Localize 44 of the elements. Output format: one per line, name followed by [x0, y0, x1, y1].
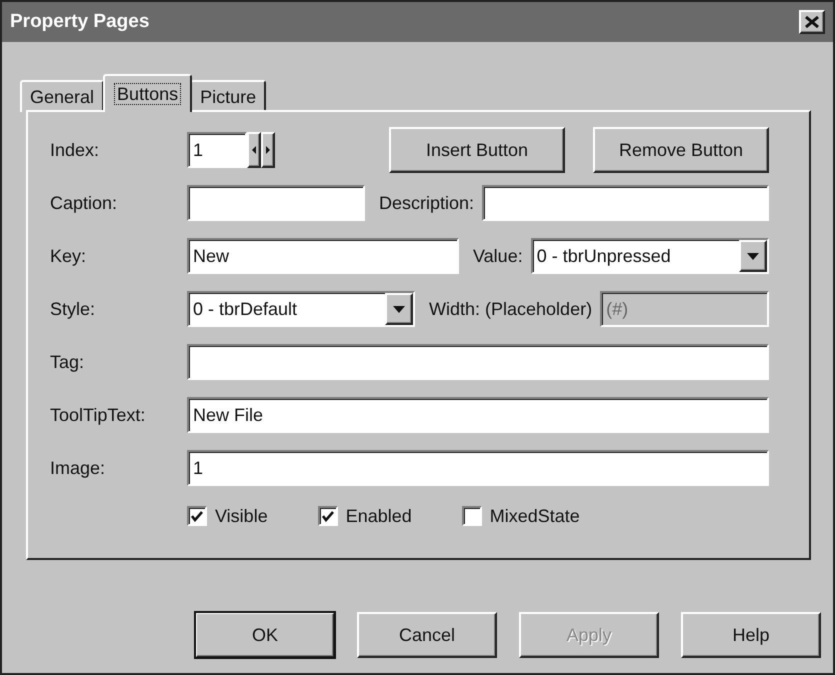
close-icon: [805, 16, 819, 28]
left-arrow-icon: [250, 144, 258, 156]
close-button[interactable]: [799, 10, 825, 34]
caret-icon: [393, 306, 405, 312]
dropdown[interactable]: 0 - tbrUnpressed: [530, 238, 769, 274]
field-label: Description:: [379, 192, 474, 214]
input-field[interactable]: [187, 185, 365, 221]
dialog-button[interactable]: Cancel: [357, 612, 497, 658]
spin-button[interactable]: [247, 132, 261, 168]
field-label: Value:: [473, 246, 523, 266]
field-label: Tag:: [50, 352, 86, 372]
checkbox[interactable]: [318, 506, 338, 526]
check-icon: [191, 510, 203, 522]
dialog-button[interactable]: OK: [195, 612, 335, 658]
spin-button[interactable]: [261, 132, 275, 168]
checkbox-label: Enabled: [346, 506, 412, 526]
field-label: Image:: [50, 458, 106, 478]
input-field[interactable]: [482, 185, 769, 221]
field-label: ToolTipText:: [50, 404, 146, 426]
input-field[interactable]: New File: [187, 397, 769, 433]
dropdown[interactable]: 0 - tbrDefault: [187, 291, 415, 327]
caret-icon: [747, 252, 759, 260]
field-label: Width: (Placeholder): [429, 298, 592, 320]
field-label: Style:: [50, 298, 96, 320]
field-label: Caption:: [50, 192, 118, 214]
action-button[interactable]: Insert Button: [389, 127, 565, 173]
tab[interactable]: General: [20, 80, 104, 112]
field-label: Index:: [50, 140, 100, 160]
input-field[interactable]: 1: [187, 132, 247, 168]
input-field[interactable]: New: [187, 238, 459, 274]
action-button[interactable]: Remove Button: [593, 127, 769, 173]
tab[interactable]: Picture: [190, 80, 266, 112]
checkbox-label: Visible: [215, 506, 268, 526]
input-field[interactable]: 1: [187, 450, 769, 486]
tab[interactable]: Buttons: [103, 74, 192, 112]
dialog-button[interactable]: Help: [681, 612, 821, 658]
check-icon: [322, 510, 334, 522]
input-field[interactable]: [187, 344, 769, 380]
window-title: Property Pages: [10, 11, 150, 33]
right-arrow-icon: [264, 144, 272, 156]
checkbox[interactable]: [462, 506, 482, 526]
checkbox[interactable]: [187, 506, 207, 526]
field-label: Key:: [50, 246, 88, 266]
checkbox-label: MixedState: [490, 506, 580, 526]
